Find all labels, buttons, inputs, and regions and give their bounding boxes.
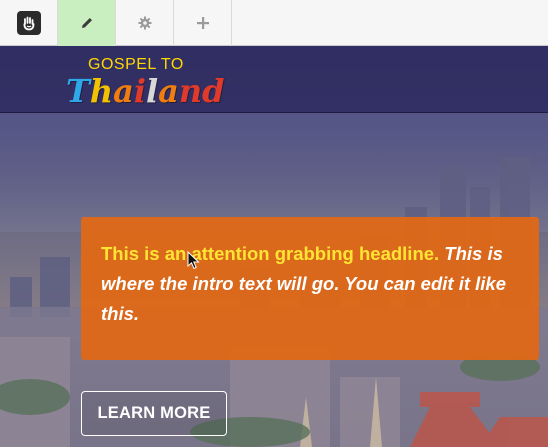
plus-icon	[196, 17, 209, 29]
logo-letter: a	[158, 72, 179, 110]
gear-icon	[138, 16, 151, 30]
logo-letter: T	[66, 72, 90, 110]
headline-text: This is an attention grabbing headline. …	[101, 239, 519, 329]
settings-button[interactable]	[116, 0, 174, 46]
site-logo[interactable]: GOSPEL TO Thailand	[66, 56, 225, 112]
logo-letter: h	[89, 72, 114, 110]
learn-more-button[interactable]: LEARN MORE	[81, 391, 227, 436]
logo-letter: d	[202, 72, 225, 110]
add-block-button[interactable]	[174, 0, 232, 46]
headline-strong: This is an attention grabbing headline.	[101, 243, 440, 264]
logo-letter: i	[133, 72, 146, 110]
toolbar-logo-button[interactable]	[0, 0, 58, 46]
mouse-cursor-icon	[187, 251, 200, 270]
pencil-icon	[81, 18, 92, 28]
logo-letter: n	[178, 72, 203, 110]
logo-letter: a	[113, 72, 134, 110]
headline-content-block[interactable]: This is an attention grabbing headline. …	[81, 217, 539, 360]
logo-line-2: Thailand	[66, 72, 225, 110]
logo-letter: l	[145, 72, 159, 110]
edit-page-button[interactable]	[58, 0, 116, 46]
editing-toolbar	[0, 0, 548, 46]
site-header: GOSPEL TO Thailand	[0, 46, 548, 113]
concrete5-hand-icon	[16, 11, 41, 35]
